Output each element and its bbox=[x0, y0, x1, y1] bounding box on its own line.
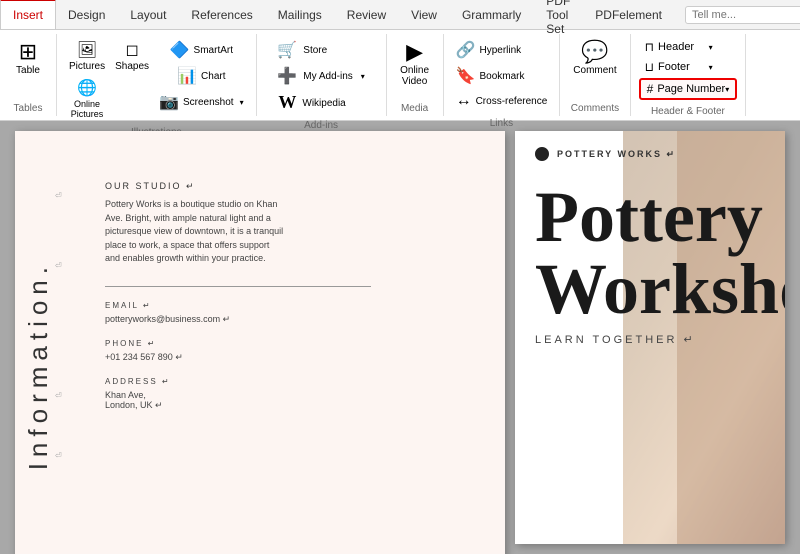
my-addins-arrow: ▾ bbox=[361, 72, 365, 81]
document-area: Information. ⏎ ⏎ ⏎ ⏎ OUR STUDIO ↵ Potter… bbox=[0, 121, 800, 554]
store-button[interactable]: 🛒 Store bbox=[273, 38, 331, 62]
pottery-big-text-2: Worksho bbox=[535, 253, 785, 325]
group-tables: ⊞ Table Tables bbox=[0, 34, 57, 116]
tab-layout[interactable]: Layout bbox=[118, 0, 179, 29]
page-left-content: OUR STUDIO ↵ Pottery Works is a boutique… bbox=[75, 131, 505, 431]
online-pictures-button[interactable]: 🌐 OnlinePictures bbox=[67, 76, 108, 121]
logo-circle bbox=[535, 147, 549, 161]
comment-button[interactable]: 💬 Comment bbox=[568, 38, 621, 79]
tab-grammarly[interactable]: Grammarly bbox=[450, 0, 534, 29]
tab-design[interactable]: Design bbox=[56, 0, 118, 29]
right-page-inner: POTTERY WORKS ↵ Pottery Worksho LEARN TO… bbox=[515, 131, 785, 544]
tab-pdf-tool-set[interactable]: PDF Tool Set bbox=[534, 0, 583, 29]
group-media: ▶ OnlineVideo Media bbox=[387, 34, 444, 116]
pottery-text-container: Pottery Worksho LEARN TOGETHER ↵ bbox=[535, 181, 785, 346]
tab-bar: Insert Design Layout References Mailings… bbox=[0, 0, 800, 30]
page-number-icon: # bbox=[647, 82, 654, 96]
phone-title: PHONE ↵ bbox=[105, 339, 485, 348]
online-pictures-icon: 🌐 bbox=[77, 78, 97, 98]
tab-review[interactable]: Review bbox=[335, 0, 399, 29]
page-left: Information. ⏎ ⏎ ⏎ ⏎ OUR STUDIO ↵ Potter… bbox=[15, 131, 505, 554]
table-icon: ⊞ bbox=[19, 41, 37, 63]
edit-marker-3: ⏎ bbox=[55, 391, 62, 400]
screenshot-dropdown-arrow: ▾ bbox=[240, 98, 244, 107]
tab-pdfelement[interactable]: PDFelement bbox=[583, 0, 675, 29]
logo-text: POTTERY WORKS ↵ bbox=[557, 149, 676, 160]
studio-title: OUR STUDIO ↵ bbox=[105, 181, 485, 192]
group-addins: 🛒 Store ➕ My Add-ins ▾ W Wikipedia Add-i… bbox=[257, 34, 387, 116]
page-right: POTTERY WORKS ↵ Pottery Worksho LEARN TO… bbox=[515, 131, 785, 544]
smartart-button[interactable]: 🔷 SmartArt bbox=[155, 38, 248, 62]
chart-icon: 📊 bbox=[177, 66, 197, 86]
header-icon: ⊓ bbox=[645, 40, 654, 54]
learn-together-text: LEARN TOGETHER ↵ bbox=[535, 333, 785, 346]
edit-marker-1: ⏎ bbox=[55, 191, 62, 200]
footer-button[interactable]: ⊔ Footer ▾ bbox=[639, 58, 719, 76]
my-addins-icon: ➕ bbox=[277, 66, 297, 86]
wikipedia-icon: W bbox=[278, 93, 296, 111]
group-header-footer: ⊓ Header ▾ ⊔ Footer ▾ # Page Number ▾ He… bbox=[631, 34, 747, 116]
tell-me-input[interactable] bbox=[685, 6, 800, 24]
tab-insert[interactable]: Insert bbox=[0, 0, 56, 29]
screenshot-icon: 📷 bbox=[159, 92, 179, 112]
table-button[interactable]: ⊞ Table bbox=[8, 38, 48, 79]
ribbon-content: ⊞ Table Tables 🖼 Pictures 🌐 OnlinePictur… bbox=[0, 30, 800, 120]
tab-references[interactable]: References bbox=[179, 0, 265, 29]
divider bbox=[105, 286, 371, 287]
shapes-button[interactable]: ◻ Shapes bbox=[111, 38, 153, 74]
comment-icon: 💬 bbox=[581, 41, 608, 63]
hyperlink-icon: 🔗 bbox=[456, 40, 476, 60]
online-video-button[interactable]: ▶ OnlineVideo bbox=[395, 38, 435, 90]
bookmark-icon: 🔖 bbox=[456, 66, 476, 86]
header-arrow-icon: ▾ bbox=[709, 43, 713, 52]
cross-reference-button[interactable]: ↔ Cross-reference bbox=[452, 90, 552, 112]
shapes-icon: ◻ bbox=[125, 40, 138, 60]
group-comments: 💬 Comment Comments bbox=[560, 34, 630, 116]
ribbon: Insert Design Layout References Mailings… bbox=[0, 0, 800, 121]
edit-marker-2: ⏎ bbox=[55, 261, 62, 270]
bookmark-button[interactable]: 🔖 Bookmark bbox=[452, 64, 529, 88]
tab-mailings[interactable]: Mailings bbox=[266, 0, 335, 29]
page-number-arrow-icon: ▾ bbox=[725, 85, 729, 94]
address-title: ADDRESS ↵ bbox=[105, 377, 485, 386]
smartart-icon: 🔷 bbox=[170, 40, 190, 60]
email-title: EMAIL ↵ bbox=[105, 301, 485, 310]
footer-arrow-icon: ▾ bbox=[709, 63, 713, 72]
group-illustrations: 🖼 Pictures 🌐 OnlinePictures ◻ Shapes bbox=[57, 34, 257, 116]
phone-value: +01 234 567 890 ↵ bbox=[105, 352, 485, 363]
page-left-rotated-label: Information. bbox=[23, 261, 54, 470]
online-video-icon: ▶ bbox=[406, 41, 423, 63]
tab-view[interactable]: View bbox=[399, 0, 450, 29]
group-links: 🔗 Hyperlink 🔖 Bookmark ↔ Cross-reference… bbox=[444, 34, 561, 116]
address-line1: Khan Ave, bbox=[105, 390, 485, 400]
hyperlink-button[interactable]: 🔗 Hyperlink bbox=[452, 38, 526, 62]
cross-reference-icon: ↔ bbox=[456, 92, 472, 110]
header-button[interactable]: ⊓ Header ▾ bbox=[639, 38, 719, 56]
wikipedia-button[interactable]: W Wikipedia bbox=[273, 90, 350, 114]
studio-text: Pottery Works is a boutique studio on Kh… bbox=[105, 198, 285, 266]
screenshot-button[interactable]: 📷 Screenshot ▾ bbox=[155, 90, 248, 114]
page-number-button[interactable]: # Page Number ▾ bbox=[639, 78, 738, 100]
my-addins-button[interactable]: ➕ My Add-ins ▾ bbox=[273, 64, 368, 88]
address-line2: London, UK ↵ bbox=[105, 400, 485, 411]
email-value: potteryworks@business.com ↵ bbox=[105, 314, 485, 325]
footer-icon: ⊔ bbox=[645, 60, 654, 74]
edit-marker-4: ⏎ bbox=[55, 451, 62, 460]
store-icon: 🛒 bbox=[277, 40, 297, 60]
logo-container: POTTERY WORKS ↵ bbox=[535, 147, 676, 161]
chart-button[interactable]: 📊 Chart bbox=[155, 64, 248, 88]
pictures-button[interactable]: 🖼 Pictures bbox=[65, 38, 109, 74]
pottery-big-text-1: Pottery bbox=[535, 181, 785, 253]
pictures-icon: 🖼 bbox=[77, 40, 97, 60]
tell-me-container bbox=[675, 0, 800, 29]
